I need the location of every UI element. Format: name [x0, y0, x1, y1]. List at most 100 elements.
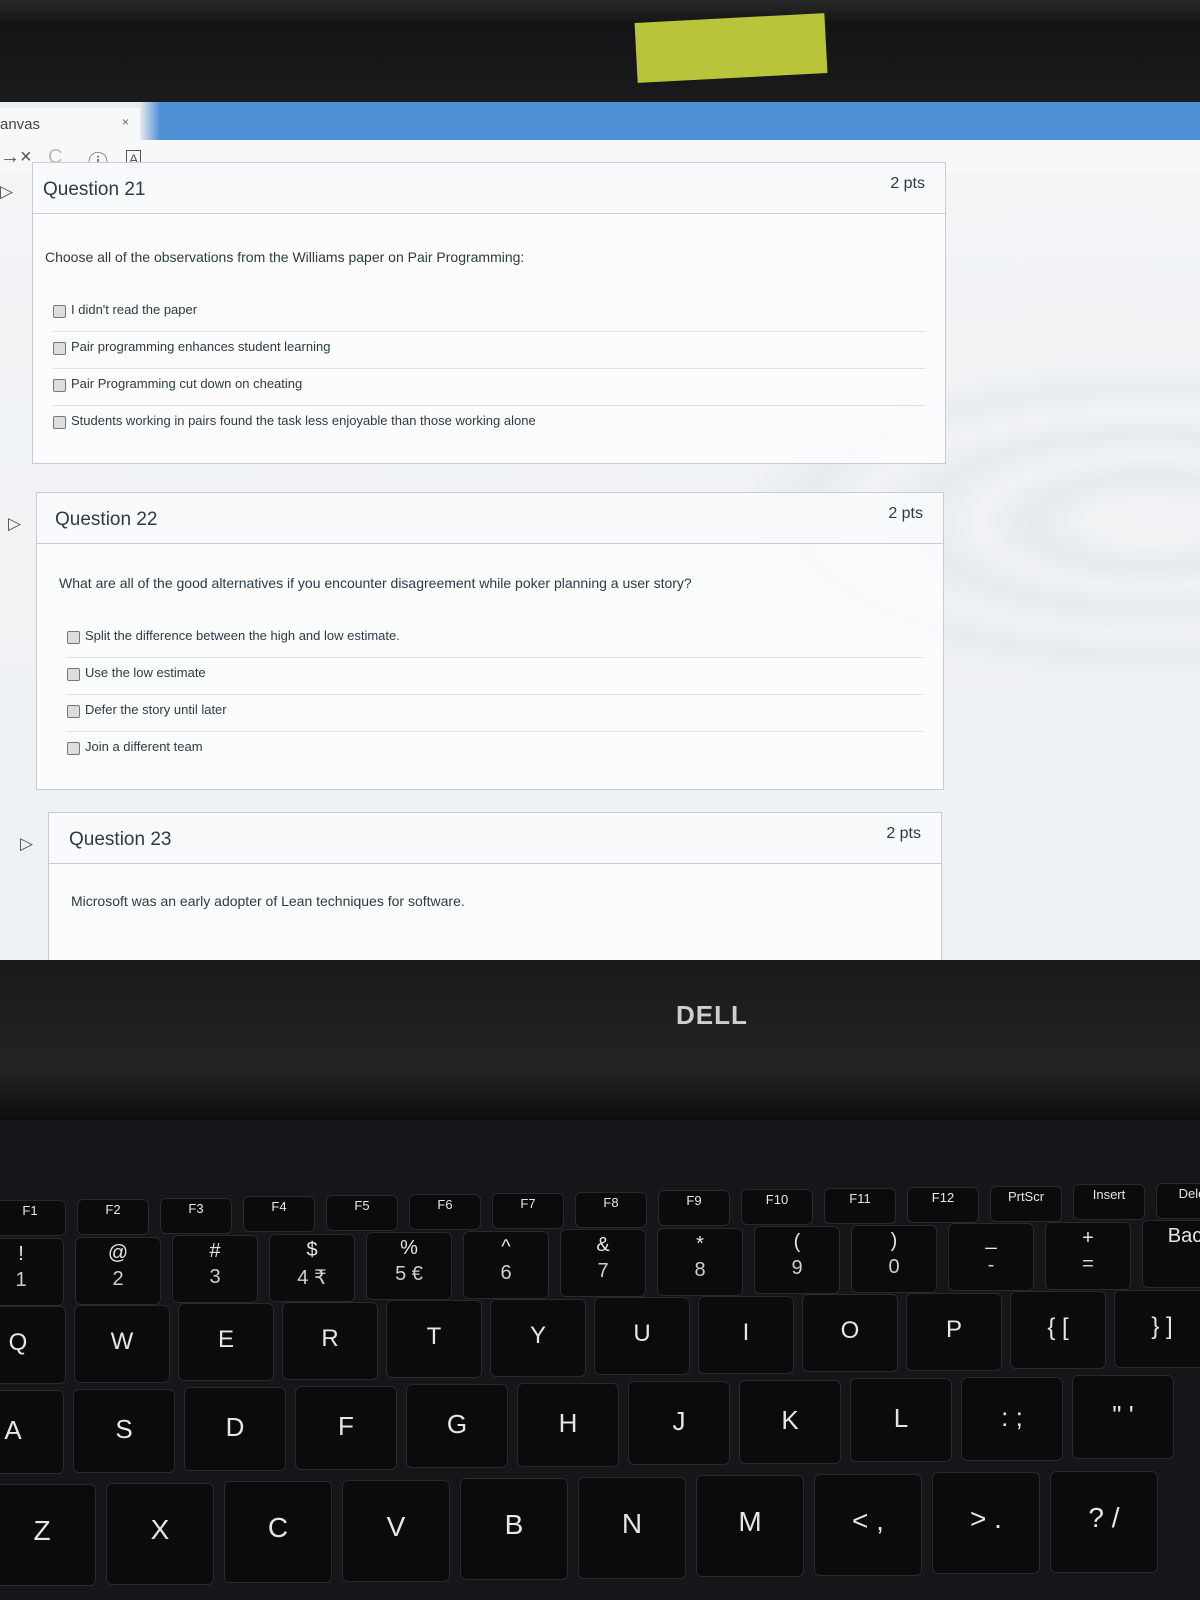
keyboard-key[interactable]: $4 ₹ — [269, 1233, 355, 1302]
keyboard-key[interactable]: W — [74, 1304, 170, 1383]
keyboard-key[interactable]: J — [628, 1381, 730, 1465]
keyboard-key[interactable]: * 8 — [657, 1227, 743, 1296]
keyboard-key[interactable]: N — [578, 1476, 686, 1579]
answer-checkbox[interactable] — [67, 705, 80, 718]
answer-option[interactable]: Use the low estimate — [67, 658, 923, 695]
keyboard-key[interactable]: Q — [0, 1306, 66, 1384]
keyboard-key[interactable]: D — [184, 1387, 286, 1471]
answer-option[interactable]: Defer the story until later — [67, 695, 923, 732]
answer-option[interactable]: Pair programming enhances student learni… — [53, 332, 925, 369]
answer-checkbox[interactable] — [53, 342, 66, 355]
keyboard-key[interactable]: F8 — [575, 1191, 647, 1228]
stop-icon[interactable]: × — [20, 146, 32, 169]
keyboard-key[interactable]: Dele — [1156, 1183, 1200, 1220]
keyboard-key[interactable]: F3 — [160, 1197, 232, 1234]
key-label: F2 — [105, 1201, 121, 1217]
keyboard-key[interactable]: F6 — [409, 1194, 481, 1230]
key-label: A — [4, 1415, 22, 1445]
keyboard-key[interactable]: " ' — [1072, 1375, 1174, 1459]
keyboard-key[interactable]: U — [594, 1297, 690, 1375]
keyboard-key[interactable]: I — [698, 1295, 794, 1374]
question-points: 2 pts — [888, 505, 923, 522]
keyboard-key[interactable]: P — [906, 1292, 1002, 1371]
tab-title: anvas — [0, 116, 41, 133]
keyboard-key[interactable]: M — [696, 1475, 804, 1577]
answer-option[interactable]: Join a different team — [67, 732, 923, 768]
keyboard-key[interactable]: R — [282, 1301, 378, 1380]
answer-option[interactable]: Split the difference between the high an… — [67, 621, 923, 658]
back-arrow-icon[interactable]: → — [0, 146, 20, 169]
key-label: @ — [107, 1241, 129, 1264]
keyboard-key[interactable]: Insert — [1073, 1184, 1145, 1221]
keyboard-key[interactable]: Bac — [1142, 1220, 1200, 1288]
key-label: * — [696, 1232, 704, 1255]
keyboard-key[interactable]: S — [73, 1388, 175, 1473]
keyboard-key[interactable]: G — [406, 1384, 508, 1468]
question-flag-icon[interactable]: ▷ — [8, 514, 21, 534]
keyboard-key[interactable]: _ - — [948, 1223, 1034, 1291]
keyboard-key[interactable]: O — [802, 1294, 898, 1372]
key-label: O — [840, 1317, 860, 1344]
key-label: H — [558, 1407, 578, 1438]
browser-tab[interactable]: anvas × — [0, 108, 140, 140]
keyboard-key[interactable]: X — [106, 1482, 214, 1585]
keyboard-key[interactable]: F2 — [77, 1198, 149, 1235]
answer-checkbox[interactable] — [67, 742, 80, 755]
keyboard-key[interactable]: E — [178, 1303, 274, 1381]
keyboard-key[interactable]: F7 — [492, 1192, 564, 1229]
answer-checkbox[interactable] — [53, 416, 66, 429]
keyboard-key[interactable]: > . — [932, 1472, 1040, 1574]
keyboard-key[interactable]: Z — [0, 1484, 96, 1586]
keyboard-key[interactable]: A — [0, 1390, 64, 1474]
keyboard-key[interactable]: F11 — [824, 1188, 896, 1224]
key-sublabel: 0 — [888, 1255, 900, 1278]
tab-close-icon[interactable]: × — [122, 115, 129, 129]
key-sublabel: 5 € — [395, 1263, 423, 1285]
keyboard-key[interactable]: Y — [490, 1298, 586, 1377]
keyboard-key[interactable]: K — [739, 1379, 841, 1464]
keyboard-key[interactable]: ? / — [1050, 1470, 1158, 1573]
answer-checkbox[interactable] — [53, 305, 66, 318]
keyboard-key[interactable]: : ; — [961, 1376, 1063, 1461]
keyboard-key[interactable]: H — [517, 1382, 619, 1467]
keyboard-key[interactable]: @2 — [75, 1236, 161, 1305]
answer-option[interactable]: I didn't read the paper — [53, 295, 925, 332]
answer-checkbox[interactable] — [67, 631, 80, 644]
question-title: Question 21 — [43, 179, 146, 200]
keyboard-key[interactable]: ) 0 — [851, 1224, 937, 1293]
keyboard-key[interactable]: F4 — [243, 1196, 315, 1233]
key-label: S — [115, 1413, 133, 1444]
keyboard-key[interactable]: PrtScr — [990, 1185, 1062, 1222]
keyboard-key[interactable]: F5 — [326, 1195, 398, 1232]
keyboard-key[interactable]: + = — [1045, 1221, 1131, 1290]
keyboard-key[interactable]: F10 — [741, 1189, 813, 1226]
answer-option[interactable]: Pair Programming cut down on cheating — [53, 369, 925, 406]
keyboard-key[interactable]: } ] — [1114, 1289, 1200, 1368]
keyboard-key[interactable]: < , — [814, 1473, 922, 1576]
keyboard-key[interactable]: B — [460, 1478, 568, 1580]
keyboard-key[interactable]: & 7 — [560, 1229, 646, 1297]
keyboard-key[interactable]: T — [386, 1300, 482, 1378]
question-flag-icon[interactable]: ▷ — [20, 834, 33, 854]
answer-option[interactable]: Students working in pairs found the task… — [53, 406, 925, 442]
keyboard-key[interactable]: ^ 6 — [463, 1230, 549, 1299]
key-sublabel: 3 — [209, 1266, 221, 1288]
answer-checkbox[interactable] — [67, 668, 80, 681]
answer-checkbox[interactable] — [53, 379, 66, 392]
question-card: Question 23 2 pts Microsoft was an early… — [48, 812, 942, 960]
keyboard-key[interactable]: ! 1 — [0, 1238, 64, 1306]
keyboard-key[interactable]: F — [295, 1385, 397, 1470]
keyboard-key[interactable]: { [ — [1010, 1291, 1106, 1369]
keyboard-key[interactable]: #3 — [172, 1235, 258, 1303]
keyboard-key[interactable]: (9 — [754, 1226, 840, 1294]
key-label: F1 — [22, 1203, 38, 1218]
keyboard-key[interactable]: % 5 € — [366, 1232, 452, 1300]
keyboard-key[interactable]: F12 — [907, 1186, 979, 1223]
keyboard-key[interactable]: F1 — [0, 1200, 66, 1236]
question-flag-icon[interactable]: ▷ — [0, 182, 13, 202]
keyboard-key[interactable]: V — [342, 1479, 450, 1582]
keyboard-key[interactable]: C — [224, 1481, 332, 1583]
key-label: % — [400, 1237, 418, 1259]
keyboard-key[interactable]: F9 — [658, 1190, 730, 1227]
keyboard-key[interactable]: L — [850, 1378, 952, 1462]
